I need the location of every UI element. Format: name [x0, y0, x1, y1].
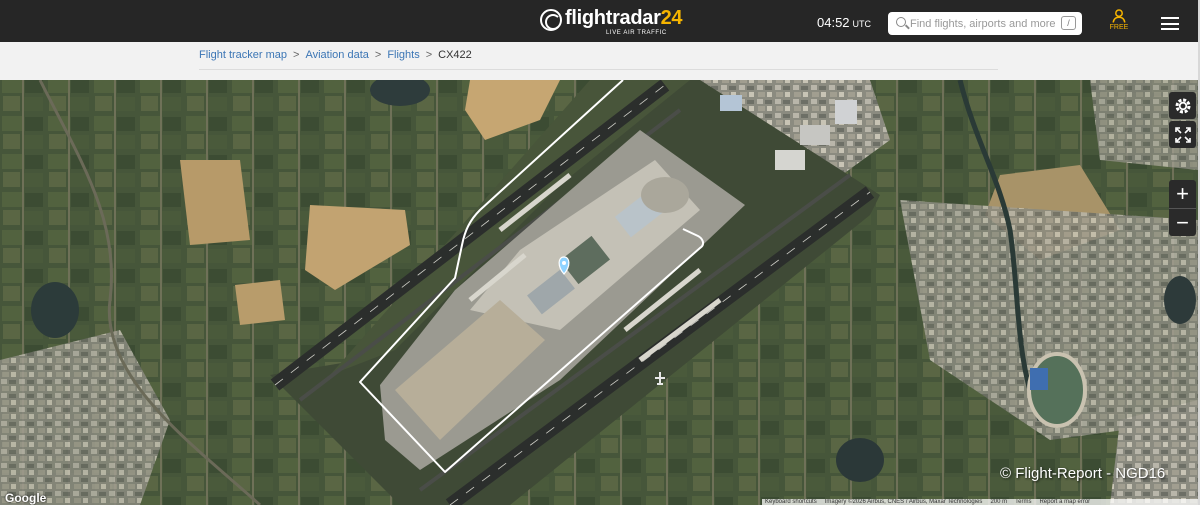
breadcrumb-current-flight: CX422: [438, 49, 472, 61]
zoom-out-icon[interactable]: −: [1169, 208, 1196, 236]
breadcrumb-flights[interactable]: Flights: [387, 49, 419, 61]
breadcrumb-separator: >: [425, 49, 433, 61]
breadcrumb: Flight tracker map > Aviation data > Fli…: [199, 49, 472, 61]
satellite-imagery: [0, 80, 1198, 505]
cargo-terminal: [720, 95, 742, 111]
logo-number: 24: [660, 7, 683, 29]
cargo-terminal: [775, 150, 805, 170]
menu-icon[interactable]: [1161, 17, 1179, 30]
google-logo: Google: [5, 491, 47, 505]
map-settings-button[interactable]: [1169, 92, 1196, 119]
breadcrumb-divider: [199, 69, 998, 70]
stadium-roof: [1030, 368, 1048, 390]
photo-watermark: © Flight-Report - NGD16: [1000, 465, 1166, 482]
report-map-error-link[interactable]: Report a map error: [1039, 499, 1090, 505]
breadcrumb-separator: >: [293, 49, 300, 61]
sand-area: [235, 280, 285, 325]
clock-time: 04:52: [817, 15, 850, 30]
breadcrumb-aviation-data[interactable]: Aviation data: [305, 49, 368, 61]
search-icon: [896, 17, 906, 27]
pond: [31, 282, 79, 338]
top-navigation-bar: flightradar24 LIVE AIR TRAFFIC 04:52 UTC …: [0, 0, 1200, 42]
map-scale: 200 m: [990, 499, 1008, 505]
account-button[interactable]: FREE: [1106, 9, 1132, 31]
search-shortcut-key: /: [1061, 16, 1076, 30]
breadcrumb-bar: Flight tracker map > Aviation data > Fli…: [0, 42, 1198, 80]
logo-tagline: LIVE AIR TRAFFIC: [606, 30, 667, 36]
logo-text: flightradar: [565, 7, 661, 29]
keyboard-shortcuts-link[interactable]: Keyboard shortcuts: [765, 499, 817, 505]
account-tier-label: FREE: [1109, 24, 1129, 31]
breadcrumb-separator: >: [374, 49, 382, 61]
satellite-map[interactable]: + −: [0, 80, 1198, 505]
pond: [836, 438, 884, 482]
expand-icon: [1174, 126, 1191, 143]
fullscreen-button[interactable]: [1169, 121, 1196, 148]
cargo-terminal: [835, 100, 857, 124]
pond: [1164, 276, 1196, 324]
zoom-in-icon[interactable]: +: [1169, 180, 1196, 208]
user-icon: [1112, 9, 1126, 23]
utc-clock: 04:52 UTC: [817, 15, 871, 30]
terms-link[interactable]: Terms: [1015, 499, 1031, 505]
sand-area: [180, 160, 250, 245]
flightradar24-logo[interactable]: flightradar24 LIVE AIR TRAFFIC: [540, 7, 683, 36]
radar-logo-icon: [540, 9, 562, 31]
settings-icon: [1175, 98, 1190, 113]
search-box[interactable]: /: [888, 12, 1082, 35]
imagery-credit: Imagery ©2026 Airbus, CNES / Airbus, Max…: [824, 499, 983, 505]
cargo-terminal: [800, 125, 830, 145]
zoom-control: + −: [1169, 180, 1196, 236]
terminal-concourse: [641, 177, 689, 213]
clock-timezone: UTC: [852, 19, 872, 29]
map-attribution: Keyboard shortcuts Imagery ©2026 Airbus,…: [762, 499, 1198, 505]
search-input[interactable]: [910, 14, 1055, 33]
breadcrumb-flight-tracker-map[interactable]: Flight tracker map: [199, 49, 287, 61]
